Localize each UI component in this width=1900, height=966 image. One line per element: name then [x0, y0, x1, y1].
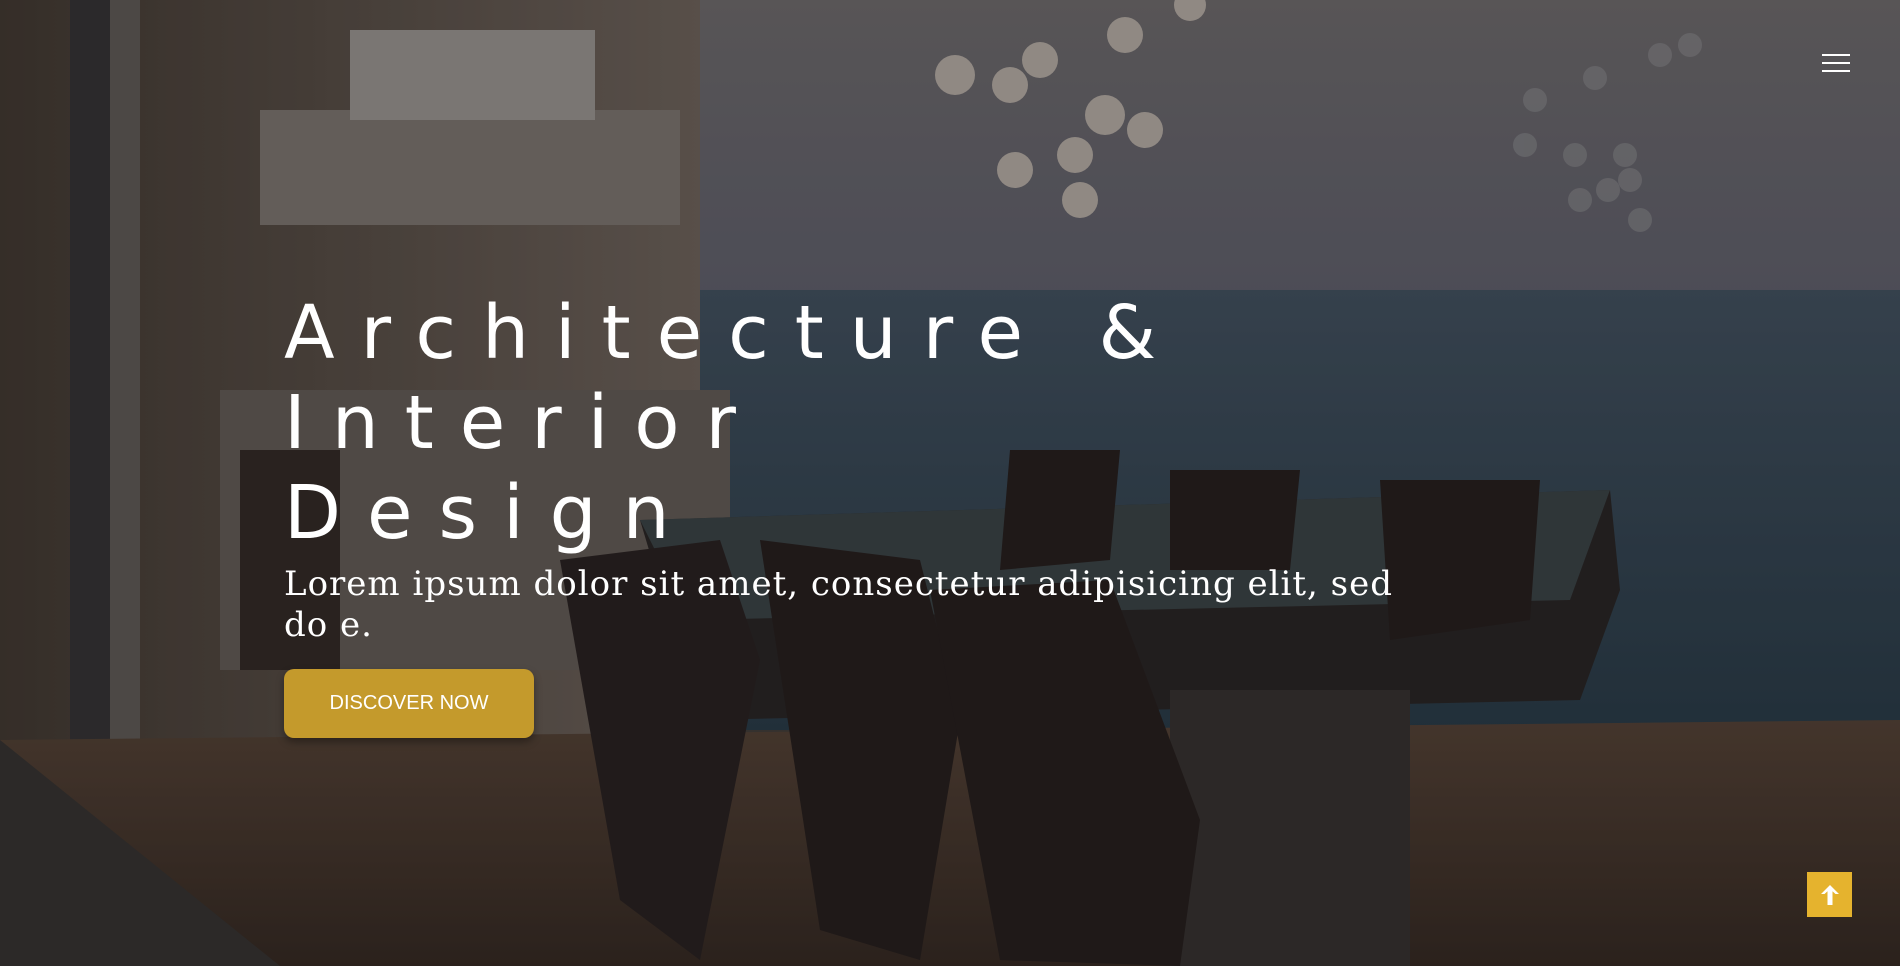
hero-content: Architecture & Interior Design Lorem ips… [284, 288, 1404, 646]
hero-subtitle: Lorem ipsum dolor sit amet, consectetur … [284, 564, 1394, 645]
hero-section: Architecture & Interior Design Lorem ips… [0, 0, 1900, 966]
hamburger-menu-icon[interactable] [1820, 50, 1852, 76]
discover-now-button[interactable]: DISCOVER NOW [284, 669, 534, 738]
hero-title-line: Architecture & [284, 290, 1183, 376]
hero-title: Architecture & Interior Design [284, 288, 1184, 558]
hero-title-line: Interior [284, 380, 762, 466]
arrow-up-icon [1820, 884, 1839, 905]
hero-title-line: Design [284, 470, 696, 556]
back-to-top-button[interactable] [1807, 872, 1852, 917]
